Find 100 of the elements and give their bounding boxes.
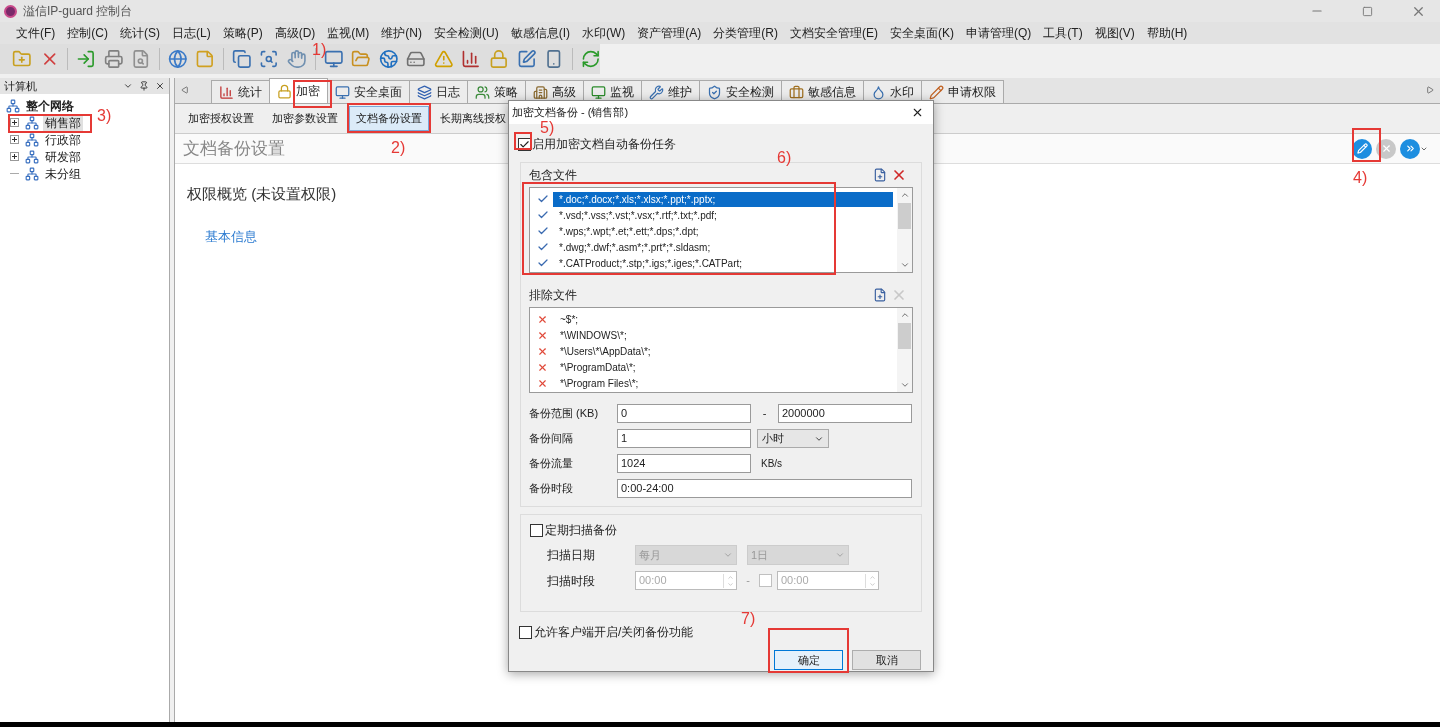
list-item[interactable]: *\Program Files\*; bbox=[554, 375, 643, 391]
hand-icon[interactable] bbox=[287, 49, 307, 69]
tree-item[interactable]: 整个网络 bbox=[24, 96, 76, 115]
edit-button[interactable] bbox=[1352, 138, 1372, 159]
annotation-label: 4) bbox=[1353, 168, 1368, 188]
list-item[interactable]: *\ProgramData\*; bbox=[554, 359, 640, 375]
checkbox[interactable] bbox=[519, 625, 532, 639]
scroll-right-icon[interactable] bbox=[1426, 86, 1434, 94]
list-item[interactable]: *\WINDOWS\*; bbox=[554, 327, 631, 343]
monitor-icon bbox=[591, 84, 606, 100]
printer-icon[interactable] bbox=[103, 49, 124, 69]
menu-item[interactable]: 资产管理(A) bbox=[637, 24, 702, 42]
input-field[interactable]: 1 bbox=[617, 429, 751, 448]
tree-item[interactable]: 研发部 bbox=[43, 147, 83, 166]
screen-search-icon[interactable] bbox=[259, 49, 279, 69]
list-item[interactable]: *.vsd;*.vss;*.vst;*.vsx;*.rtf;*.txt;*.pdf; bbox=[553, 207, 893, 223]
menu-item[interactable]: 维护(N) bbox=[381, 24, 422, 42]
tab[interactable]: 申请权限 bbox=[921, 80, 1004, 103]
menu-item[interactable]: 策略(P) bbox=[222, 24, 263, 42]
tab[interactable]: 日志 bbox=[409, 80, 468, 103]
annotation-frame bbox=[1352, 128, 1381, 162]
subtab[interactable]: 加密参数设置 bbox=[265, 106, 345, 131]
folder-icon[interactable] bbox=[351, 49, 371, 69]
menu-item[interactable]: 工具(T) bbox=[1043, 24, 1083, 42]
scrollbar[interactable] bbox=[897, 188, 912, 272]
list-item[interactable]: *.CATProduct;*.stp;*.igs;*.iges;*.CATPart; bbox=[553, 255, 893, 271]
list-item[interactable]: *.doc;*.docx;*.xls;*.xlsx;*.ppt;*.pptx; bbox=[553, 191, 893, 207]
window-title: 溢信IP-guard 控制台 bbox=[23, 3, 133, 20]
more-button[interactable] bbox=[1400, 138, 1420, 159]
import-icon[interactable] bbox=[76, 49, 96, 69]
tree-item[interactable]: 未分组 bbox=[43, 164, 83, 183]
list-item[interactable]: *.wps;*.wpt;*.et;*.ett;*.dps;*.dpt; bbox=[553, 223, 893, 239]
cross-icon bbox=[537, 329, 548, 341]
close-icon[interactable] bbox=[155, 81, 165, 91]
restore-icon[interactable] bbox=[1362, 5, 1373, 17]
expand-toggle[interactable] bbox=[10, 152, 19, 161]
menu-item[interactable]: 监视(M) bbox=[327, 24, 370, 42]
close-icon bbox=[1380, 143, 1392, 154]
add-icon[interactable] bbox=[873, 168, 887, 182]
annotation-frame bbox=[514, 132, 532, 150]
close-icon[interactable] bbox=[911, 106, 924, 119]
menu-item[interactable]: 水印(W) bbox=[582, 24, 626, 42]
menu-item[interactable]: 帮助(H) bbox=[1146, 24, 1188, 42]
menu-item[interactable]: 分类管理(R) bbox=[713, 24, 778, 42]
checkbox-label: 启用加密文档自动备份任务 bbox=[532, 136, 676, 153]
tab[interactable]: 安全桌面 bbox=[327, 80, 410, 103]
scroll-left-icon[interactable] bbox=[181, 86, 189, 94]
scroll-down-icon[interactable] bbox=[899, 380, 910, 390]
menu-item[interactable]: 文档安全管理(E) bbox=[790, 24, 878, 42]
tab[interactable]: 策略 bbox=[467, 80, 526, 103]
dropdown-icon[interactable] bbox=[123, 81, 133, 91]
pencil-icon bbox=[929, 84, 944, 100]
globe-icon[interactable] bbox=[167, 49, 188, 69]
menu-item[interactable]: 视图(V) bbox=[1094, 24, 1135, 42]
cancel-button[interactable]: 取消 bbox=[852, 650, 921, 670]
menu-item[interactable]: 日志(L) bbox=[172, 24, 211, 42]
caret-icon bbox=[723, 550, 733, 560]
scrollbar[interactable] bbox=[897, 308, 912, 392]
menu-item[interactable]: 敏感信息(I) bbox=[510, 24, 570, 42]
menu-item[interactable]: 统计(S) bbox=[120, 24, 160, 42]
unit-dropdown[interactable]: 小时 bbox=[757, 429, 829, 448]
edit-icon[interactable] bbox=[516, 49, 537, 69]
scroll-up-icon[interactable] bbox=[899, 310, 910, 320]
input-field[interactable]: 0:00-24:00 bbox=[617, 479, 912, 498]
annotation-label: 1) bbox=[312, 40, 327, 60]
subtab[interactable]: 加密授权设置 bbox=[181, 106, 261, 131]
chart-icon[interactable] bbox=[461, 49, 481, 69]
scroll-up-icon[interactable] bbox=[899, 190, 910, 200]
delete-icon[interactable] bbox=[891, 167, 907, 183]
menu-item[interactable]: 高级(D) bbox=[274, 24, 316, 42]
list-item[interactable]: ~$*; bbox=[554, 311, 583, 327]
drive-icon[interactable] bbox=[406, 49, 426, 69]
ok-button[interactable]: 确定 bbox=[774, 650, 843, 670]
list-item[interactable]: *.dwg;*.dwf;*.asm*;*.prt*;*.sldasm; bbox=[553, 239, 893, 255]
refresh-icon[interactable] bbox=[580, 49, 601, 69]
monitor-icon bbox=[335, 84, 350, 100]
input-field[interactable]: 1024 bbox=[617, 454, 751, 473]
preview-icon[interactable] bbox=[131, 49, 151, 69]
info-link[interactable]: 基本信息 bbox=[205, 229, 257, 244]
scroll-down-icon[interactable] bbox=[899, 260, 910, 270]
dialog-title: 加密文档备份 - (销售部) bbox=[512, 105, 630, 121]
menu-item[interactable]: 安全桌面(K) bbox=[890, 24, 954, 42]
pin-icon[interactable] bbox=[139, 81, 149, 91]
expand-toggle[interactable] bbox=[10, 118, 19, 127]
page-title: 文档备份设置 bbox=[183, 137, 285, 160]
layers-icon bbox=[417, 84, 432, 100]
globe-icon[interactable] bbox=[378, 49, 399, 69]
menu-item[interactable]: 申请管理(Q) bbox=[966, 24, 1032, 42]
menu-item[interactable]: 文件(F) bbox=[16, 24, 56, 42]
list-item[interactable]: *\Users\*\AppData\*; bbox=[554, 343, 655, 359]
tree-item[interactable]: 行政部 bbox=[43, 130, 83, 149]
menu-item[interactable]: 控制(C) bbox=[67, 24, 108, 42]
menu-item[interactable]: 安全检测(U) bbox=[434, 24, 499, 42]
add-icon[interactable] bbox=[873, 288, 887, 302]
input-field[interactable]: 2000000 bbox=[778, 404, 912, 423]
tab[interactable]: 统计 bbox=[211, 80, 270, 103]
subtab[interactable]: 文档备份设置 bbox=[349, 106, 429, 131]
input-field[interactable]: 0 bbox=[617, 404, 751, 423]
annotation-label: 7) bbox=[741, 609, 756, 629]
expand-toggle[interactable] bbox=[10, 135, 19, 144]
